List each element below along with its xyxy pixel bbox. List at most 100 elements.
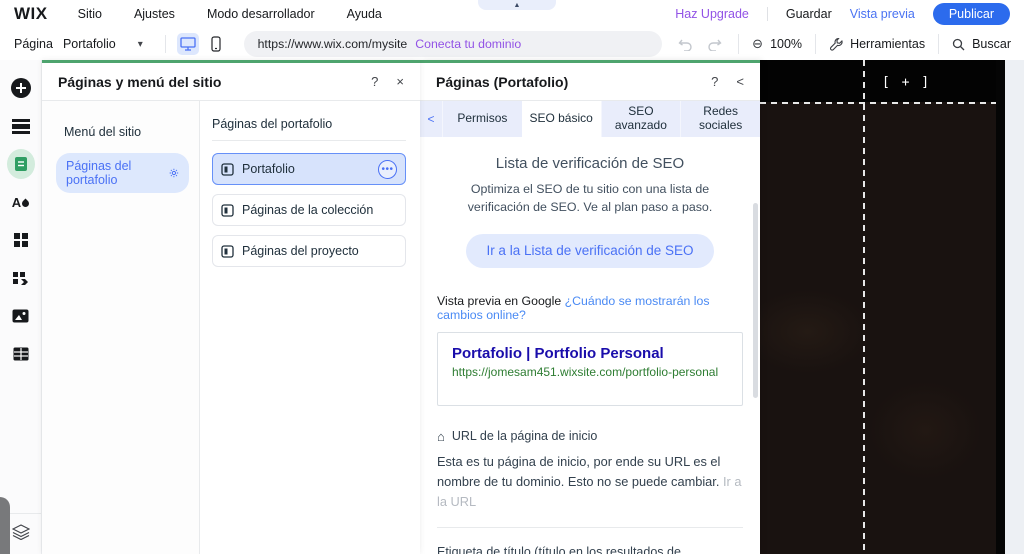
tools-button[interactable]: Herramientas — [815, 34, 938, 54]
apps-grid-icon — [13, 233, 28, 247]
content-table-icon — [13, 347, 28, 361]
menu-ayuda[interactable]: Ayuda — [347, 7, 382, 21]
title-field-label: Etiqueta de título (título en los result… — [437, 545, 681, 554]
pages-active-circle — [6, 149, 35, 179]
add-elements-button[interactable] — [7, 74, 35, 102]
tab-seo-avanzado[interactable]: SEO avanzado — [600, 101, 681, 137]
canvas-header-section — [760, 60, 996, 102]
page-icon — [221, 244, 234, 258]
google-result-url: https://jomesam451.wixsite.com/portfolio… — [452, 364, 719, 379]
undo-icon — [678, 39, 692, 51]
collapse-toolbar-tab[interactable]: ▲ — [478, 0, 556, 10]
cms-button[interactable] — [7, 340, 35, 368]
save-link[interactable]: Guardar — [786, 7, 832, 21]
page-more-button[interactable]: ••• — [378, 159, 397, 179]
pages-list: Páginas del portafolio Portafolio ••• Pá… — [200, 101, 420, 554]
zoom-control[interactable]: ⊖ 100% — [738, 34, 815, 54]
add-section-button[interactable] — [7, 112, 35, 140]
seo-content: Lista de verificación de SEO Optimiza el… — [420, 137, 760, 554]
panel-title: Páginas y menú del sitio — [58, 73, 222, 90]
section-guide-horizontal — [760, 102, 996, 104]
nav-item-label: Páginas del portafolio — [66, 159, 132, 187]
app-market-button[interactable] — [7, 264, 35, 292]
upgrade-link[interactable]: Haz Upgrade — [675, 7, 749, 21]
desktop-view-button[interactable] — [176, 33, 199, 55]
top-menubar: WIX Sitio Ajustes Modo desarrollador Ayu… — [0, 0, 1024, 28]
close-button[interactable]: × — [396, 74, 404, 89]
tab-seo-basico[interactable]: SEO básico — [521, 101, 601, 137]
google-preview-label: Vista previa en Google — [437, 293, 562, 308]
search-button[interactable]: Buscar — [938, 34, 1024, 54]
redo-button[interactable] — [707, 38, 722, 51]
panel-scrollbar[interactable] — [753, 203, 758, 398]
mobile-view-button[interactable] — [205, 33, 227, 55]
page-item-label: Portafolio — [242, 162, 295, 176]
menu-ajustes[interactable]: Ajustes — [134, 7, 175, 21]
page-item-coleccion[interactable]: Páginas de la colección — [212, 194, 406, 226]
search-icon — [952, 38, 965, 50]
site-design-button[interactable]: A — [7, 188, 35, 216]
page-item-proyecto[interactable]: Páginas del proyecto — [212, 235, 406, 267]
divider — [164, 35, 166, 53]
help-button[interactable]: ? — [371, 74, 378, 89]
menu-modo-desarrollador[interactable]: Modo desarrollador — [207, 7, 315, 21]
page-item-portafolio[interactable]: Portafolio ••• — [212, 153, 406, 185]
connect-domain-link[interactable]: Conecta tu dominio — [415, 37, 521, 51]
add-apps-button[interactable] — [7, 226, 35, 254]
section-guide-vertical — [863, 60, 865, 554]
page-icon — [221, 203, 234, 217]
seo-tabs: < Permisos SEO básico SEO avanzado Redes… — [420, 101, 760, 137]
panel-title: Páginas (Portafolio) — [436, 73, 569, 90]
redo-icon — [708, 39, 722, 51]
canvas-right-edge — [996, 60, 1005, 554]
chat-widget-peek[interactable] — [0, 497, 10, 554]
add-plus-icon — [10, 78, 31, 98]
seo-checklist-title: Lista de verificación de SEO — [495, 155, 685, 172]
editor-toolbar: Página Portafolio ▾ https://www.wix.com/… — [0, 28, 1024, 60]
divider — [437, 527, 743, 529]
help-button[interactable]: ? — [711, 74, 718, 89]
wrench-icon — [830, 37, 843, 51]
pages-list-title: Páginas del portafolio — [212, 117, 406, 141]
page-item-label: Páginas del proyecto — [242, 244, 359, 258]
tab-redes-sociales[interactable]: Redes sociales — [680, 101, 760, 137]
nav-item-portfolio-pages[interactable]: Páginas del portafolio — [56, 153, 189, 193]
preview-link[interactable]: Vista previa — [850, 7, 915, 21]
image-icon — [12, 309, 29, 323]
home-icon: ⌂ — [437, 428, 445, 444]
page-document-icon — [14, 157, 27, 171]
wix-logo: WIX — [14, 4, 48, 23]
site-url: https://www.wix.com/mysite — [257, 37, 408, 51]
zoom-out-icon[interactable]: ⊖ — [752, 36, 763, 52]
home-url-label: URL de la página de inicio — [451, 429, 598, 444]
menu-sitio[interactable]: Sitio — [78, 7, 102, 21]
layers-icon[interactable] — [11, 524, 30, 540]
google-result-title: Portafolio | Portfolio Personal — [452, 344, 664, 362]
site-url-bar[interactable]: https://www.wix.com/mysite Conecta tu do… — [243, 31, 663, 57]
monitor-icon — [179, 37, 196, 51]
sections-icon — [11, 119, 30, 134]
site-canvas[interactable]: [ + ] — [760, 60, 996, 554]
page-selector[interactable]: Portafolio ▾ — [63, 37, 143, 51]
editor-sidebar: A — [0, 60, 42, 554]
page-selector-value: Portafolio — [62, 37, 116, 51]
nav-item-site-menu[interactable]: Menú del sitio — [56, 119, 189, 145]
pages-menu-panel: Páginas y menú del sitio ? × Menú del si… — [42, 60, 420, 554]
chevron-down-icon: ▾ — [137, 38, 143, 50]
undo-button[interactable] — [678, 38, 693, 51]
pages-menu-button[interactable] — [6, 149, 35, 179]
tabs-scroll-left-button[interactable]: < — [420, 101, 442, 137]
site-canvas-area: [ + ] — [760, 60, 1024, 554]
add-element-placeholder[interactable]: [ + ] — [882, 75, 931, 90]
media-button[interactable] — [7, 302, 35, 330]
divider — [766, 7, 768, 21]
publish-button[interactable]: Publicar — [932, 3, 1010, 25]
back-button[interactable]: < — [736, 74, 744, 89]
gear-icon[interactable] — [169, 167, 179, 179]
blocks-arrow-icon — [13, 272, 28, 285]
smartphone-icon — [210, 36, 221, 52]
seo-checklist-button[interactable]: Ir a la Lista de verificación de SEO — [466, 233, 714, 268]
zoom-level: 100% — [770, 37, 803, 51]
editor-gutter — [1005, 60, 1024, 554]
tab-permisos[interactable]: Permisos — [442, 101, 522, 137]
